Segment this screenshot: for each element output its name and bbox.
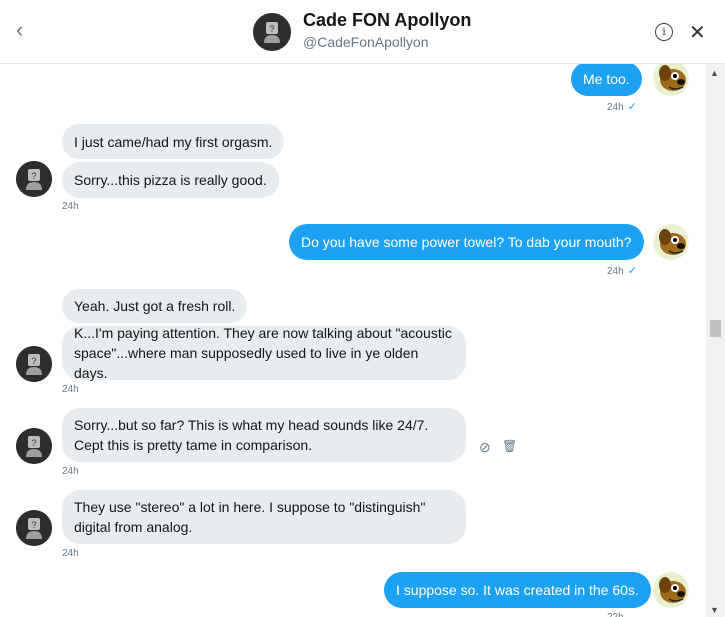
message-text: They use "stereo" a lot in here. I suppo… bbox=[74, 499, 426, 535]
message-timestamp: 24h ✓ bbox=[607, 264, 637, 277]
my-avatar[interactable] bbox=[653, 572, 689, 608]
message-timestamp: 22h bbox=[607, 612, 624, 617]
scroll-up-arrow-icon[interactable]: ▲ bbox=[710, 68, 719, 78]
message-bubble-incoming[interactable]: Sorry...but so far? This is what my head… bbox=[62, 408, 466, 462]
timestamp-text: 24h bbox=[607, 266, 624, 277]
contact-avatar[interactable]: ? bbox=[253, 13, 291, 51]
sent-check-icon: ✓ bbox=[627, 265, 637, 277]
svg-text:?: ? bbox=[31, 171, 36, 181]
sent-check-icon: ✓ bbox=[627, 101, 637, 113]
message-text: K...I'm paying attention. They are now t… bbox=[74, 325, 452, 381]
message-timestamp: 24h bbox=[62, 384, 79, 395]
message-timestamp: 24h ✓ bbox=[607, 100, 637, 113]
back-arrow-icon[interactable]: ‹ bbox=[16, 19, 36, 41]
scroll-down-arrow-icon[interactable]: ▼ bbox=[710, 605, 719, 615]
message-text: Sorry...this pizza is really good. bbox=[74, 172, 267, 188]
svg-text:?: ? bbox=[31, 520, 36, 530]
message-text: Me too. bbox=[583, 71, 630, 87]
message-bubble-incoming[interactable]: K...I'm paying attention. They are now t… bbox=[62, 325, 466, 381]
block-icon[interactable]: ⊘ bbox=[479, 439, 491, 456]
scrollbar[interactable]: ▲ ▼ bbox=[706, 64, 725, 617]
contact-avatar[interactable]: ? bbox=[16, 428, 52, 464]
message-bubble-incoming[interactable]: They use "stereo" a lot in here. I suppo… bbox=[62, 490, 466, 544]
message-bubble-incoming[interactable]: Yeah. Just got a fresh roll. bbox=[62, 289, 248, 323]
close-icon[interactable]: ✕ bbox=[689, 20, 706, 45]
message-bubble-incoming[interactable]: I just came/had my first orgasm. bbox=[62, 124, 285, 159]
message-text: I just came/had my first orgasm. bbox=[74, 133, 273, 150]
contact-name: Cade FON Apollyon bbox=[303, 10, 472, 30]
message-bubble-incoming[interactable]: Sorry...this pizza is really good. bbox=[62, 162, 279, 198]
message-bubble-outgoing[interactable]: Do you have some power towel? To dab you… bbox=[289, 224, 644, 260]
svg-text:?: ? bbox=[31, 438, 36, 448]
svg-text:?: ? bbox=[269, 24, 274, 34]
message-text: Yeah. Just got a fresh roll. bbox=[74, 298, 236, 314]
trash-icon[interactable]: 🗑 bbox=[502, 439, 517, 453]
contact-avatar[interactable]: ? bbox=[16, 161, 52, 197]
scrollbar-thumb[interactable] bbox=[710, 320, 721, 337]
message-text: Sorry...but so far? This is what my head… bbox=[74, 417, 429, 453]
info-icon[interactable]: i bbox=[655, 23, 673, 41]
message-bubble-outgoing[interactable]: Me too. bbox=[571, 64, 642, 96]
conversation-header: ‹ ? Cade FON Apollyon @CadeFonApollyon i… bbox=[0, 0, 725, 64]
my-avatar[interactable] bbox=[653, 224, 689, 260]
message-bubble-outgoing[interactable]: I suppose so. It was created in the 60s. bbox=[384, 572, 651, 608]
message-text: I suppose so. It was created in the 60s. bbox=[396, 582, 639, 598]
message-timestamp: 24h bbox=[62, 466, 79, 477]
svg-text:?: ? bbox=[31, 356, 36, 366]
message-timestamp: 24h bbox=[62, 201, 79, 212]
contact-handle: @CadeFonApollyon bbox=[303, 34, 429, 50]
my-avatar[interactable] bbox=[653, 64, 689, 96]
contact-avatar[interactable]: ? bbox=[16, 346, 52, 382]
contact-avatar[interactable]: ? bbox=[16, 510, 52, 546]
message-text: Do you have some power towel? To dab you… bbox=[301, 234, 632, 250]
timestamp-text: 24h bbox=[607, 102, 624, 113]
message-list[interactable]: Me too. 24h ✓ I just came/had my first or… bbox=[0, 64, 706, 617]
message-timestamp: 24h bbox=[62, 548, 79, 559]
